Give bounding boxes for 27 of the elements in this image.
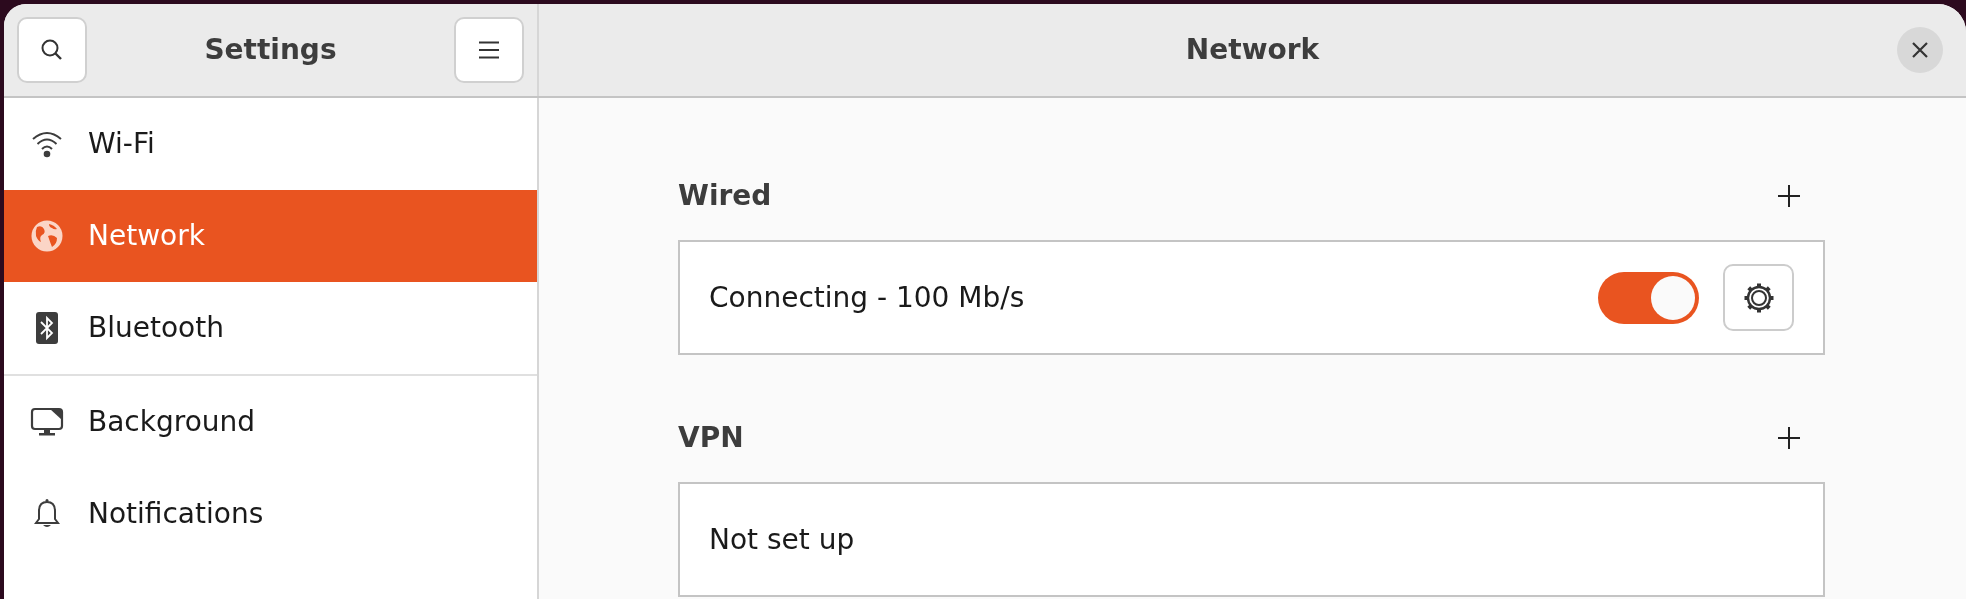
plus-icon <box>1777 426 1801 450</box>
sidebar-item[interactable]: Wi-Fi <box>4 98 537 190</box>
plus-icon <box>1777 184 1801 208</box>
wifi-icon <box>30 130 63 158</box>
bell-icon <box>31 498 62 530</box>
sidebar-item[interactable]: Background <box>4 376 537 468</box>
connection-status: Connecting - 100 Mb/s <box>709 279 1026 316</box>
section-heading: Wired <box>678 178 772 214</box>
close-button[interactable] <box>1897 27 1943 73</box>
sidebar-item[interactable]: Bluetooth <box>4 282 537 374</box>
settings-button[interactable] <box>1723 264 1794 331</box>
globe-icon <box>29 219 64 253</box>
window-title: Network <box>1185 32 1320 68</box>
close-icon <box>1912 42 1928 58</box>
search-icon <box>40 38 64 62</box>
monitor-icon <box>29 407 64 437</box>
search-button[interactable] <box>17 17 87 83</box>
menu-icon <box>478 41 500 59</box>
bluetooth-icon <box>34 312 59 344</box>
toggle-switch[interactable] <box>1598 271 1699 324</box>
section-heading: VPN <box>678 420 744 456</box>
sidebar-title: Settings <box>204 32 337 68</box>
sidebar-item[interactable]: Network <box>4 190 537 282</box>
settings-icon <box>1743 282 1774 313</box>
sidebar-item[interactable]: Notifications <box>4 468 537 560</box>
menu-button[interactable] <box>454 17 524 83</box>
connection-status: Not set up <box>709 521 856 558</box>
